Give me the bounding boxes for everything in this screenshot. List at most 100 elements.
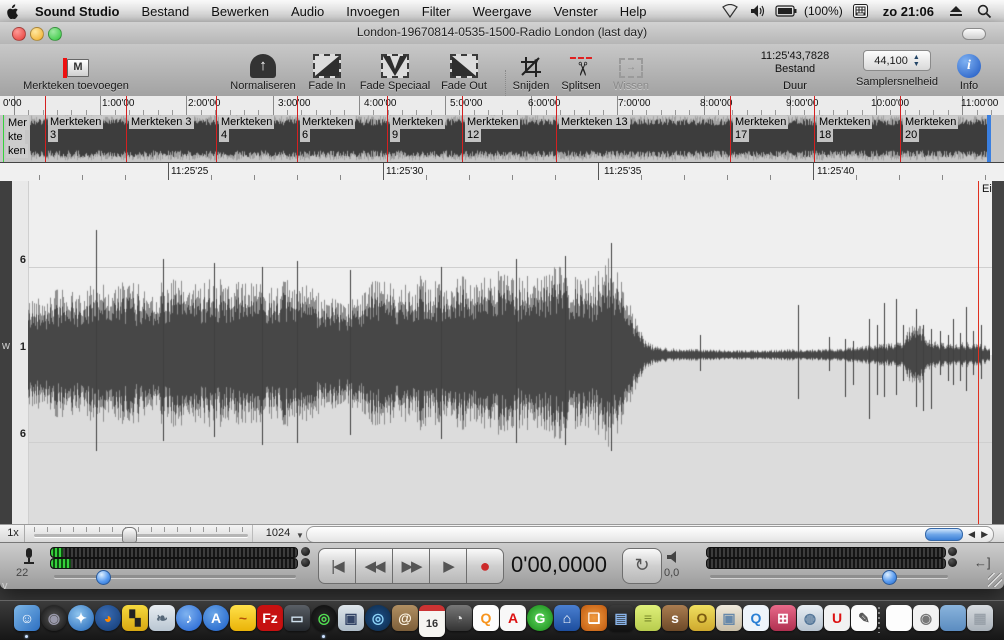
dock-item-squirrel-app[interactable]: s bbox=[662, 605, 688, 631]
split-button[interactable]: ✂ Splitsen bbox=[558, 48, 604, 92]
dock-item-film-reel[interactable]: ◉ bbox=[913, 605, 939, 631]
marker-label[interactable]: Merkteken17 bbox=[733, 116, 788, 142]
marker-label[interactable]: Merkteken 3 bbox=[129, 116, 194, 129]
marker-line[interactable] bbox=[814, 96, 815, 162]
time-ruler[interactable]: 11:25'2511:25'3011:25'3511:25'40 bbox=[0, 163, 1004, 182]
dock-item-cyberduck[interactable]: ~ bbox=[230, 605, 256, 631]
output-meter-knob-left[interactable] bbox=[948, 547, 957, 556]
airport-icon[interactable] bbox=[718, 0, 742, 22]
playhead-line[interactable] bbox=[3, 115, 4, 162]
eject-icon[interactable] bbox=[944, 0, 968, 22]
waveform-editor[interactable]: 616 Ei wv bbox=[0, 181, 1004, 524]
position-bar[interactable] bbox=[987, 115, 991, 162]
keyboard-input-icon[interactable] bbox=[849, 0, 873, 22]
menu-weergave[interactable]: Weergave bbox=[462, 0, 543, 22]
overview-strip[interactable]: Merkteken3 Merkteken 3 Merkteken4 Merkteken… bbox=[0, 115, 1004, 163]
marker-label[interactable]: Merkteken9 bbox=[390, 116, 445, 142]
dock-item-safari[interactable]: ✦ bbox=[68, 605, 94, 631]
dock-item-sound-studio[interactable]: ◎ bbox=[311, 605, 337, 631]
marker-label[interactable]: Merkteken18 bbox=[817, 116, 872, 142]
toolbar-toggle-widget[interactable] bbox=[962, 28, 986, 40]
marker-line[interactable] bbox=[556, 96, 557, 162]
dock-item-quicktime-orange[interactable]: Q bbox=[473, 605, 499, 631]
scroll-left-arrow[interactable]: ◀ bbox=[968, 529, 975, 540]
overview-ruler[interactable]: 0'001:00'002:00'003:00'004:00'005:00'006… bbox=[0, 96, 1004, 116]
record-button[interactable]: ● bbox=[467, 548, 504, 584]
zoom-slider-thumb[interactable] bbox=[122, 527, 137, 543]
marker-label[interactable]: Merkteken6 bbox=[300, 116, 355, 142]
fade-special-button[interactable]: Fade Speciaal bbox=[355, 48, 435, 92]
marker-line[interactable] bbox=[730, 96, 731, 162]
end-marker-line[interactable] bbox=[978, 181, 979, 524]
dock-item-app-store[interactable]: A bbox=[203, 605, 229, 631]
input-volume-slider[interactable] bbox=[54, 575, 296, 578]
dock-item-firefox[interactable]: ◕ bbox=[95, 605, 121, 631]
menu-bewerken[interactable]: Bewerken bbox=[200, 0, 280, 22]
dock-item-mail-bird-app[interactable]: ❧ bbox=[149, 605, 175, 631]
add-marker-button[interactable]: M Merkteken toevoegen bbox=[17, 48, 135, 92]
dock-item-timer-app[interactable]: ◔ bbox=[446, 605, 472, 631]
crop-button[interactable]: Snijden bbox=[508, 48, 554, 92]
dock-item-g-house-app[interactable]: ⌂ bbox=[554, 605, 580, 631]
dock-item-layers-app[interactable]: ❏ bbox=[581, 605, 607, 631]
dock-item-photo-box-app[interactable]: ▣ bbox=[338, 605, 364, 631]
marker-label[interactable]: Merkteken 13 bbox=[559, 116, 630, 129]
dock-item-sync-app[interactable]: ◎ bbox=[365, 605, 391, 631]
fade-out-button[interactable]: Fade Out bbox=[440, 48, 488, 92]
menu-bestand[interactable]: Bestand bbox=[130, 0, 200, 22]
menu-help[interactable]: Help bbox=[609, 0, 658, 22]
menu-filter[interactable]: Filter bbox=[411, 0, 462, 22]
marker-label[interactable]: Merkteken12 bbox=[465, 116, 520, 142]
dock-item-find-app[interactable]: O bbox=[689, 605, 715, 631]
output-meter-knob-right[interactable] bbox=[948, 558, 957, 567]
marker-line[interactable] bbox=[297, 96, 298, 162]
rewind-button[interactable]: ◀◀ bbox=[356, 548, 393, 584]
start-marker-label[interactable]: Merkteken bbox=[6, 116, 29, 158]
dock-item-document[interactable] bbox=[886, 605, 912, 631]
dock-item-g-download-app[interactable]: G bbox=[527, 605, 553, 631]
monitor-return-icon[interactable]: ←] bbox=[974, 555, 991, 570]
dock-item-photo-frame-app[interactable]: ▣ bbox=[716, 605, 742, 631]
input-volume-thumb[interactable] bbox=[96, 570, 111, 585]
scroll-right-arrow[interactable]: ▶ bbox=[981, 529, 988, 540]
marker-label[interactable]: Merkteken4 bbox=[219, 116, 274, 142]
fade-in-button[interactable]: Fade In bbox=[305, 48, 349, 92]
samplerate-stepper[interactable]: 44,100 ▲▼ bbox=[863, 50, 931, 71]
fast-forward-button[interactable]: ▶▶ bbox=[393, 548, 430, 584]
menu-clock[interactable]: zo 21:06 bbox=[877, 4, 940, 19]
dock-item-taxi-app[interactable]: ▚ bbox=[122, 605, 148, 631]
dock-item-acrobat-reader[interactable]: A bbox=[500, 605, 526, 631]
normalize-button[interactable]: ↑ Normaliseren bbox=[228, 48, 298, 92]
marker-label[interactable]: Merkteken20 bbox=[903, 116, 958, 142]
dock-item-trash[interactable]: ▦ bbox=[967, 605, 993, 631]
play-button[interactable]: ▶ bbox=[430, 548, 467, 584]
resize-grip[interactable] bbox=[988, 573, 1002, 587]
marker-label[interactable]: Merkteken3 bbox=[48, 116, 103, 142]
battery-icon[interactable] bbox=[774, 0, 798, 22]
marker-line[interactable] bbox=[900, 96, 901, 162]
dock-item-textedit[interactable]: ✎ bbox=[851, 605, 877, 631]
dock-item-dashboard[interactable]: ◉ bbox=[41, 605, 67, 631]
go-to-start-button[interactable]: |◀ bbox=[318, 548, 356, 584]
stepper-arrows-icon[interactable]: ▲▼ bbox=[913, 54, 920, 68]
loop-button[interactable]: ↻ bbox=[622, 548, 662, 584]
dock-item-film-strip-app[interactable]: ▤ bbox=[608, 605, 634, 631]
dock-item-address-book[interactable]: @ bbox=[392, 605, 418, 631]
title-bar[interactable]: London-19670814-0535-1500-Radio London (… bbox=[0, 22, 1004, 45]
dock-item-folder[interactable] bbox=[940, 605, 966, 631]
marker-line[interactable] bbox=[45, 96, 46, 162]
menu-app[interactable]: Sound Studio bbox=[24, 0, 130, 22]
scrollbar-thumb[interactable] bbox=[925, 528, 963, 541]
dock-item-magnet-app[interactable]: U bbox=[824, 605, 850, 631]
spotlight-icon[interactable] bbox=[972, 0, 996, 22]
menu-venster[interactable]: Venster bbox=[543, 0, 609, 22]
dock-item-stickies[interactable]: ≡ bbox=[635, 605, 661, 631]
dock-item-itunes[interactable]: ♪ bbox=[176, 605, 202, 631]
zoom-slider-track[interactable] bbox=[34, 534, 248, 537]
volume-icon[interactable] bbox=[746, 0, 770, 22]
menu-invoegen[interactable]: Invoegen bbox=[335, 0, 411, 22]
output-volume-slider[interactable] bbox=[710, 575, 948, 578]
samplerate-control[interactable]: 44,100 ▲▼ Samplersnelheid bbox=[854, 50, 940, 88]
marker-line[interactable] bbox=[126, 96, 127, 162]
dock-item-photo-disc-app[interactable]: ◍ bbox=[797, 605, 823, 631]
